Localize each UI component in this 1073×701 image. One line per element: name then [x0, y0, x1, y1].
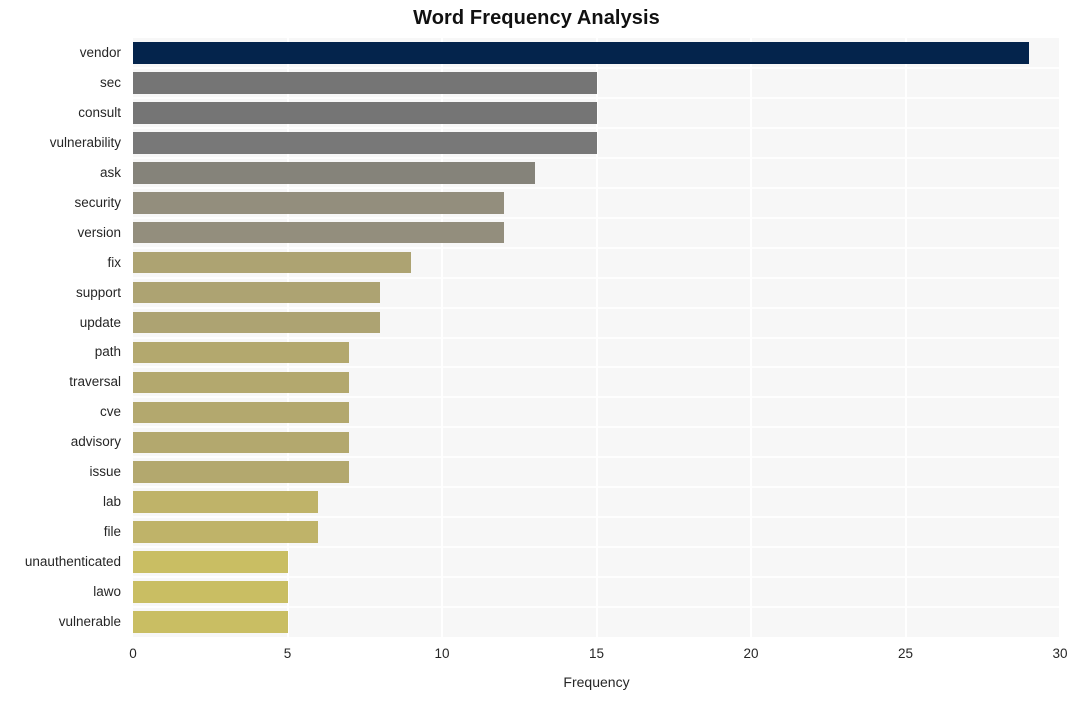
bar — [133, 161, 535, 184]
bar — [133, 551, 288, 573]
y-axis-label: update — [79, 314, 121, 330]
y-axis-label: version — [77, 224, 121, 240]
x-tick-label: 25 — [897, 646, 914, 661]
x-tick-label: 5 — [283, 646, 292, 661]
bar — [133, 102, 597, 124]
bar — [133, 132, 597, 154]
bar — [133, 72, 597, 94]
y-axis-label: vulnerable — [58, 614, 121, 630]
bar — [133, 371, 350, 394]
y-axis-label: vendor — [79, 44, 121, 60]
x-tick-label: 15 — [588, 646, 605, 661]
bar — [133, 611, 288, 633]
bar — [133, 401, 350, 424]
y-axis-label: path — [94, 344, 121, 360]
y-axis-label: traversal — [69, 374, 121, 390]
x-tick-label: 20 — [743, 646, 759, 661]
bar — [133, 521, 319, 543]
y-axis-label: support — [75, 284, 121, 300]
x-tick-label: 30 — [1052, 646, 1068, 661]
bar — [133, 461, 350, 484]
y-axis-label: unauthenticated — [24, 554, 121, 570]
bars-group — [133, 38, 1060, 637]
bar — [133, 221, 504, 244]
y-axis-label: cve — [99, 404, 121, 420]
bar — [133, 311, 381, 334]
x-tick-label: 0 — [129, 646, 137, 661]
word-frequency-bar-chart: Word Frequency Analysis vendor sec consult… — [0, 0, 1073, 701]
bar — [133, 431, 350, 454]
y-axis-label: file — [103, 524, 121, 540]
bar — [133, 581, 288, 603]
bar — [133, 251, 412, 274]
y-axis-label: lab — [102, 494, 121, 510]
bar — [133, 491, 319, 513]
bar — [133, 191, 504, 214]
y-axis-label: sec — [99, 74, 121, 90]
bar — [133, 341, 350, 364]
y-axis-label: issue — [89, 464, 121, 480]
y-axis-label: advisory — [70, 434, 121, 450]
plot-area — [133, 38, 1061, 637]
y-axis-label: consult — [78, 104, 121, 120]
y-axis-label: lawo — [93, 584, 121, 600]
x-tick-label: 10 — [434, 646, 450, 661]
chart-title: Word Frequency Analysis — [413, 7, 660, 29]
bar — [133, 281, 381, 304]
y-axis-category-labels: vendor sec consult vulnerability ask security… — [0, 38, 127, 637]
y-axis-label: security — [74, 194, 121, 210]
x-axis-title: Frequency — [563, 674, 630, 690]
y-axis-label: fix — [107, 254, 122, 270]
x-axis-tick-labels: 0 5 10 15 20 25 30 — [0, 637, 1073, 667]
bar — [133, 42, 1030, 64]
y-axis-label: vulnerability — [49, 134, 121, 150]
y-axis-label: ask — [99, 164, 121, 180]
